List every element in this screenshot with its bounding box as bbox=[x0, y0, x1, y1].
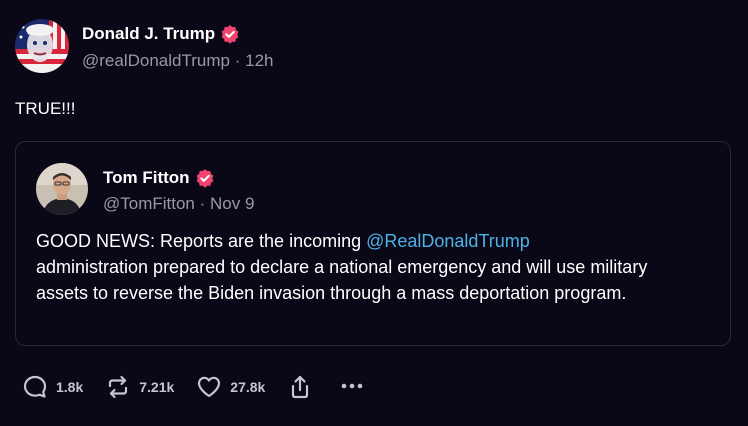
quoted-post[interactable]: Tom Fitton @TomFitton · Nov 9 GOOD NEWS:… bbox=[15, 141, 731, 346]
more-icon bbox=[339, 372, 365, 403]
quote-body: GOOD NEWS: Reports are the incoming @Rea… bbox=[36, 228, 696, 306]
quote-author-name-row: Tom Fitton bbox=[103, 165, 254, 191]
verified-badge-icon bbox=[220, 24, 240, 44]
post: Donald J. Trump @realDonaldTrump · 12h T… bbox=[0, 0, 748, 426]
quote-author-handle-row: @TomFitton · Nov 9 bbox=[103, 194, 254, 214]
share-icon bbox=[287, 374, 313, 400]
post-time[interactable]: 12h bbox=[245, 51, 273, 70]
author-meta: Donald J. Trump @realDonaldTrump · 12h bbox=[82, 21, 273, 71]
like-button[interactable]: 27.8k bbox=[196, 374, 265, 400]
verified-badge-icon bbox=[195, 168, 215, 188]
quote-author-meta: Tom Fitton @TomFitton · Nov 9 bbox=[103, 165, 254, 214]
repost-icon bbox=[105, 374, 131, 400]
quote-header: Tom Fitton @TomFitton · Nov 9 bbox=[36, 163, 254, 215]
post-text: TRUE!!! bbox=[15, 99, 76, 118]
repost-button[interactable]: 7.21k bbox=[105, 374, 174, 400]
like-count: 27.8k bbox=[230, 379, 266, 395]
share-button[interactable] bbox=[287, 374, 313, 400]
reply-count: 1.8k bbox=[56, 379, 84, 395]
reply-button[interactable]: 1.8k bbox=[22, 374, 83, 400]
author-handle-row: @realDonaldTrump · 12h bbox=[82, 51, 273, 71]
handle-separator: · bbox=[199, 193, 206, 213]
author-avatar[interactable] bbox=[15, 19, 69, 73]
repost-count: 7.21k bbox=[139, 379, 175, 395]
author-name-row: Donald J. Trump bbox=[82, 21, 273, 47]
quote-date[interactable]: Nov 9 bbox=[210, 194, 254, 213]
quote-body-text: GOOD NEWS: Reports are the incoming bbox=[36, 231, 367, 251]
handle-separator: · bbox=[234, 51, 241, 70]
more-options-button[interactable] bbox=[339, 372, 365, 403]
reply-icon bbox=[22, 374, 48, 400]
mention-link[interactable]: @RealDonaldTrump bbox=[366, 231, 530, 251]
heart-icon bbox=[196, 374, 222, 400]
post-actions: 1.8k 7.21k 27.8k bbox=[22, 373, 365, 401]
post-header: Donald J. Trump @realDonaldTrump · 12h bbox=[15, 18, 273, 74]
quote-body-text-continued: administration prepared to declare a nat… bbox=[36, 257, 648, 303]
quote-author-display-name[interactable]: Tom Fitton bbox=[103, 168, 190, 188]
author-handle[interactable]: @realDonaldTrump bbox=[82, 51, 230, 70]
quote-author-avatar[interactable] bbox=[36, 163, 88, 215]
author-display-name[interactable]: Donald J. Trump bbox=[82, 24, 215, 44]
quote-author-handle[interactable]: @TomFitton bbox=[103, 194, 195, 213]
